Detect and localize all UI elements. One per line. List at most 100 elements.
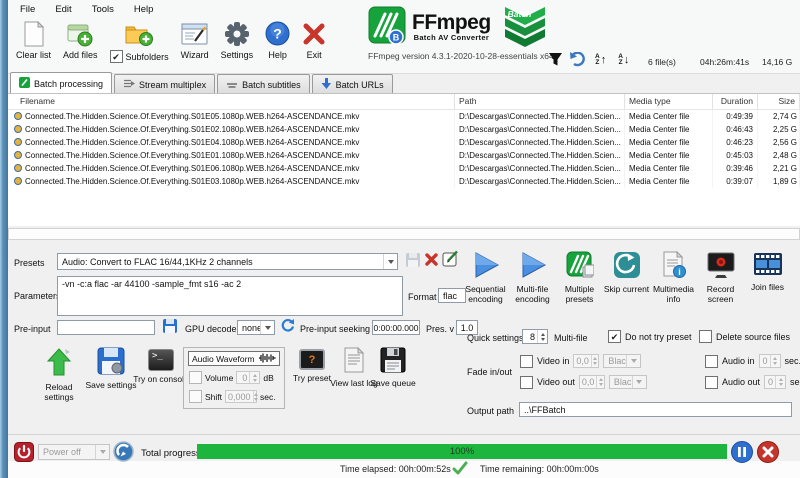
- multi-file-encoding-button[interactable]: Multi-file encoding: [509, 251, 556, 304]
- sequential-encoding-button[interactable]: Sequential encoding: [462, 251, 509, 304]
- parameters-input[interactable]: -vn -c:a flac -ar 44100 -sample_fmt s16 …: [57, 276, 403, 316]
- delete-preset-icon[interactable]: [424, 252, 439, 269]
- gpu-decode-select[interactable]: none: [237, 320, 275, 335]
- help-button[interactable]: ? Help: [259, 18, 296, 62]
- pre-input-field[interactable]: [57, 320, 155, 335]
- multi-file-label: Multi-file: [554, 333, 588, 343]
- table-row[interactable]: Connected.The.Hidden.Science.Of.Everythi…: [8, 136, 800, 149]
- file-count: 6 file(s): [648, 57, 676, 67]
- shift-checkbox[interactable]: [189, 390, 202, 403]
- audio-out-checkbox[interactable]: [705, 375, 718, 389]
- join-files-button[interactable]: Join files: [744, 251, 791, 304]
- spinner-up-icon[interactable]: [593, 357, 598, 360]
- spinner-down-icon[interactable]: [252, 378, 257, 382]
- power-off-select[interactable]: Power off: [38, 444, 110, 460]
- menu-edit[interactable]: Edit: [45, 1, 81, 18]
- cancel-icon[interactable]: [757, 441, 779, 463]
- video-out-color-select[interactable]: Black: [608, 375, 647, 389]
- try-on-console-button[interactable]: >_ Try on console: [132, 349, 190, 385]
- list-summary-strip: A Z ↑ A Z ↓: [548, 51, 632, 69]
- multimedia-info-button[interactable]: i Multimedia info: [650, 250, 697, 304]
- audio-in-stepper[interactable]: 0: [758, 354, 781, 368]
- volume-stepper[interactable]: 0: [236, 371, 261, 384]
- skip-current-button[interactable]: Skip current: [603, 251, 650, 304]
- spinner-up-icon[interactable]: [253, 392, 258, 396]
- settings-button[interactable]: Settings: [215, 18, 260, 62]
- pause-icon[interactable]: [731, 441, 753, 463]
- record-screen-button[interactable]: Record screen: [697, 251, 744, 304]
- video-out-row: Video out 0,0 Black: [520, 375, 647, 389]
- clear-list-button[interactable]: Clear list: [10, 18, 57, 62]
- preset-select[interactable]: Audio: Convert to FLAC 16/44,1KHz 2 chan…: [57, 253, 398, 270]
- table-row[interactable]: Connected.The.Hidden.Science.Of.Everythi…: [8, 123, 800, 136]
- spinner-down-icon[interactable]: [540, 337, 545, 341]
- tab-batch-subtitles[interactable]: Batch subtitles: [217, 74, 310, 93]
- shift-label: Shift: [205, 391, 223, 402]
- spinner-up-icon[interactable]: [252, 373, 257, 377]
- filter-funnel-icon[interactable]: [548, 52, 563, 69]
- menu-help[interactable]: Help: [124, 1, 164, 18]
- table-row[interactable]: Connected.The.Hidden.Science.Of.Everythi…: [8, 162, 800, 175]
- output-path-field[interactable]: ..\FFBatch: [519, 402, 792, 417]
- video-out-checkbox[interactable]: [520, 375, 533, 389]
- multiple-presets-button[interactable]: Multiple presets: [556, 251, 603, 304]
- spinner-down-icon[interactable]: [598, 383, 603, 386]
- menu-file[interactable]: File: [10, 1, 45, 18]
- spinner-up-icon[interactable]: [773, 357, 778, 360]
- menu-tools[interactable]: Tools: [82, 1, 124, 18]
- save-pre-input-icon[interactable]: [162, 318, 178, 336]
- spinner-down-icon[interactable]: [778, 383, 783, 386]
- do-not-try-preset-checkbox[interactable]: ✔: [608, 330, 621, 343]
- table-row[interactable]: Connected.The.Hidden.Science.Of.Everythi…: [8, 175, 800, 188]
- tab-batch-urls[interactable]: Batch URLs: [311, 74, 393, 93]
- list-scrollbar[interactable]: [8, 228, 800, 240]
- col-size[interactable]: Size: [758, 94, 800, 109]
- reload-settings-button[interactable]: Reload settings: [30, 347, 88, 402]
- progress-percent: 100%: [449, 446, 475, 457]
- spinner-up-icon[interactable]: [778, 378, 783, 381]
- pre-input-seeking-field[interactable]: 0:00:00.000: [372, 320, 420, 335]
- spinner-down-icon[interactable]: [253, 397, 258, 401]
- add-files-button[interactable]: Add files: [57, 18, 104, 62]
- volume-checkbox[interactable]: [189, 371, 202, 384]
- tab-batch-processing[interactable]: Batch processing: [10, 72, 113, 93]
- audio-out-stepper[interactable]: 0: [764, 375, 787, 389]
- time-remaining: Time remaining: 00h:00m:00s: [480, 464, 599, 474]
- tab-stream-multiplex[interactable]: Stream multiplex: [114, 74, 216, 93]
- video-in-color-select[interactable]: Black: [603, 354, 642, 368]
- video-in-checkbox[interactable]: [520, 354, 533, 368]
- table-row[interactable]: Connected.The.Hidden.Science.Of.Everythi…: [8, 110, 800, 123]
- undo-sort-icon[interactable]: [569, 51, 586, 69]
- save-preset-icon[interactable]: [405, 252, 421, 270]
- audio-waveform-button[interactable]: Audio Waveform: [188, 351, 280, 366]
- delete-source-files-checkbox[interactable]: [699, 330, 712, 343]
- spinner-up-icon[interactable]: [598, 378, 603, 381]
- wizard-button[interactable]: Wizard: [175, 18, 215, 62]
- video-out-stepper[interactable]: 0,0: [578, 375, 605, 389]
- save-queue-button[interactable]: Save queue: [364, 347, 422, 389]
- video-in-stepper[interactable]: 0,0: [573, 354, 600, 368]
- spinner-up-icon[interactable]: [540, 332, 545, 336]
- action-label: Join files: [750, 282, 785, 292]
- audio-in-checkbox[interactable]: [705, 354, 718, 368]
- cell-media-type: Media Center file: [625, 123, 713, 136]
- table-row[interactable]: Connected.The.Hidden.Science.Of.Everythi…: [8, 149, 800, 162]
- shift-stepper[interactable]: 0,000: [225, 390, 258, 403]
- sort-az-desc-icon[interactable]: A Z ↓: [618, 53, 629, 66]
- multi-file-stepper[interactable]: 8: [522, 329, 548, 344]
- edit-preset-icon[interactable]: [442, 250, 459, 269]
- subfolders-checkbox[interactable]: ✔: [109, 50, 123, 63]
- col-path[interactable]: Path: [455, 94, 625, 109]
- power-icon: [14, 442, 34, 462]
- spinner-down-icon[interactable]: [593, 362, 598, 365]
- action-label: Multimedia info: [652, 284, 695, 304]
- exit-button[interactable]: Exit: [296, 18, 332, 62]
- col-filename[interactable]: Filename: [8, 94, 455, 109]
- power-off-value: Power off: [43, 447, 81, 457]
- gpu-refresh-icon[interactable]: [280, 318, 295, 335]
- spinner-down-icon[interactable]: [773, 362, 778, 365]
- sort-az-asc-icon[interactable]: A Z ↑: [595, 53, 606, 66]
- col-duration[interactable]: Duration: [713, 94, 758, 109]
- col-media-type[interactable]: Media type: [625, 94, 713, 109]
- shutdown-options-icon[interactable]: [113, 441, 134, 462]
